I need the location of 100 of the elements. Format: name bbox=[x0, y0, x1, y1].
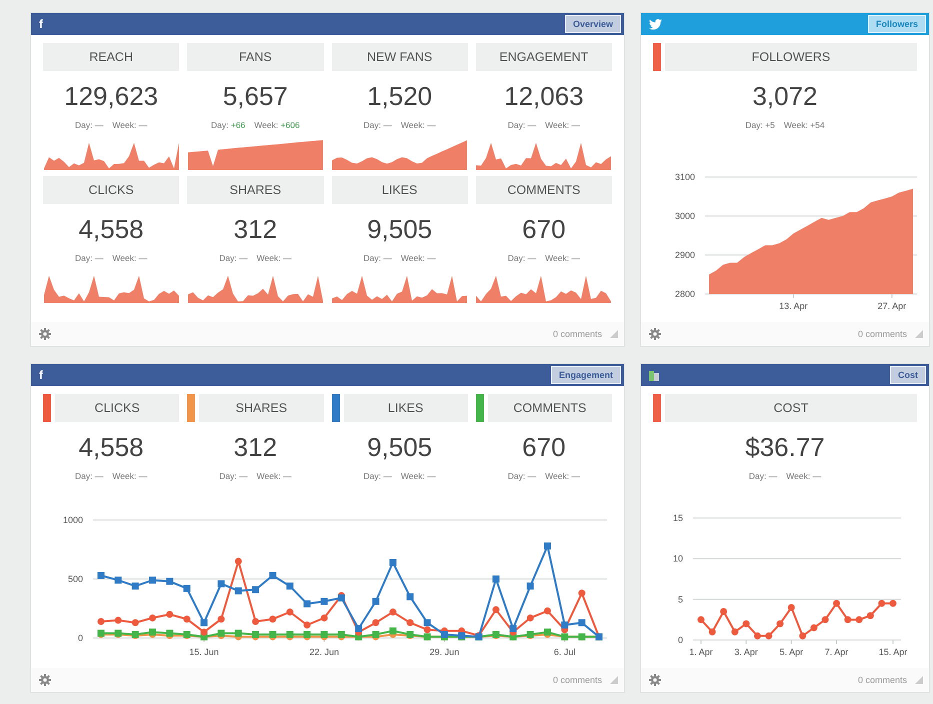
axis-label: 6. Jul bbox=[554, 647, 576, 657]
axis-label: 15 bbox=[672, 513, 683, 523]
data-point bbox=[252, 586, 260, 594]
day-change: Day: — bbox=[748, 471, 778, 481]
comments-link[interactable]: 0 comments bbox=[858, 675, 907, 685]
data-point bbox=[218, 616, 225, 623]
data-point bbox=[578, 619, 586, 626]
axis-label: 3. Apr bbox=[734, 647, 758, 657]
data-point bbox=[286, 608, 294, 616]
day-change: Day: — bbox=[219, 253, 248, 263]
metric-label: NEW FANS bbox=[332, 43, 468, 71]
comments-link[interactable]: 0 comments bbox=[552, 329, 602, 339]
resize-grip-icon[interactable] bbox=[610, 676, 618, 684]
week-change: Week: — bbox=[400, 471, 436, 481]
data-point bbox=[234, 587, 242, 594]
data-point bbox=[132, 582, 139, 590]
axis-label: 3100 bbox=[674, 172, 695, 182]
data-point bbox=[866, 612, 874, 620]
week-change: Week: — bbox=[545, 120, 580, 130]
data-point bbox=[578, 590, 586, 597]
axis-label: 15. Apr bbox=[878, 647, 908, 657]
resize-grip-icon[interactable] bbox=[915, 330, 923, 338]
data-point bbox=[878, 600, 886, 607]
data-point bbox=[183, 616, 190, 623]
metric-label: FANS bbox=[187, 43, 324, 71]
day-change: Day: — bbox=[364, 253, 392, 263]
data-point bbox=[698, 616, 704, 624]
data-point bbox=[320, 598, 328, 605]
week-change: Week: — bbox=[400, 120, 436, 130]
data-point bbox=[114, 576, 122, 584]
data-point bbox=[406, 593, 414, 600]
metric-label: CLICKS bbox=[55, 394, 180, 422]
data-point bbox=[269, 572, 276, 579]
data-point bbox=[389, 608, 396, 616]
metric-label: REACH bbox=[43, 43, 180, 71]
data-point bbox=[799, 632, 806, 640]
data-point bbox=[372, 598, 380, 605]
axis-label: 1000 bbox=[62, 515, 83, 525]
data-point bbox=[544, 542, 551, 550]
metric-label: SHARES bbox=[199, 394, 324, 422]
data-point bbox=[833, 600, 840, 607]
data-point bbox=[788, 604, 795, 611]
week-change: Week: — bbox=[400, 253, 436, 263]
widget-tab[interactable]: Overview bbox=[564, 15, 621, 33]
week-change: Week: +54 bbox=[784, 120, 825, 130]
data-point bbox=[252, 618, 260, 625]
axis-label: 13. Apr bbox=[779, 301, 808, 311]
data-point bbox=[132, 619, 139, 626]
data-point bbox=[114, 630, 122, 637]
data-point bbox=[492, 606, 500, 614]
metric-value: 312 bbox=[234, 214, 278, 245]
data-point bbox=[286, 582, 294, 590]
axis-label: 2900 bbox=[674, 250, 695, 260]
week-change: Week: — bbox=[112, 471, 148, 481]
axis-label: 27. Apr bbox=[878, 301, 906, 311]
data-point bbox=[304, 600, 311, 608]
metric-value: 5,657 bbox=[222, 81, 288, 112]
data-point bbox=[765, 632, 772, 640]
data-point bbox=[544, 607, 551, 614]
day-change: Day: — bbox=[508, 253, 536, 263]
data-point bbox=[166, 610, 174, 618]
data-point bbox=[708, 628, 716, 636]
data-point bbox=[166, 578, 174, 585]
app-icon bbox=[649, 370, 660, 380]
day-change: Day: +66 bbox=[211, 120, 246, 130]
data-point bbox=[200, 619, 208, 626]
axis-label: 0 bbox=[78, 633, 83, 643]
axis-label: 5. Apr bbox=[780, 647, 804, 657]
axis-label: 500 bbox=[68, 574, 83, 584]
widget-tab[interactable]: Followers bbox=[868, 15, 926, 33]
week-change: Week: — bbox=[112, 253, 148, 263]
week-change: Week: — bbox=[786, 471, 822, 481]
data-point bbox=[890, 600, 896, 607]
day-change: Day: — bbox=[364, 120, 392, 130]
widget-tab[interactable]: Cost bbox=[890, 366, 926, 384]
settings-icon[interactable] bbox=[649, 674, 661, 686]
axis-label: 2800 bbox=[674, 289, 695, 299]
data-point bbox=[742, 620, 750, 628]
data-point bbox=[776, 620, 784, 628]
resize-grip-icon[interactable] bbox=[610, 330, 618, 338]
comments-link[interactable]: 0 comments bbox=[552, 675, 602, 685]
data-point bbox=[810, 624, 818, 632]
metric-value: 129,623 bbox=[64, 81, 158, 112]
day-change: Day: — bbox=[508, 471, 536, 481]
settings-icon[interactable] bbox=[649, 328, 661, 340]
week-change: Week: — bbox=[256, 253, 292, 263]
data-point bbox=[304, 622, 311, 629]
day-change: Day: — bbox=[508, 120, 536, 130]
day-change: Day: — bbox=[75, 471, 104, 481]
data-point bbox=[320, 614, 328, 622]
widget-tab[interactable]: Engagement bbox=[550, 366, 621, 384]
axis-label: 7. Apr bbox=[824, 647, 848, 657]
metric-label: COMMENTS bbox=[476, 176, 612, 204]
settings-icon[interactable] bbox=[39, 328, 51, 340]
data-point bbox=[720, 608, 728, 616]
comments-link[interactable]: 0 comments bbox=[858, 329, 907, 339]
resize-grip-icon[interactable] bbox=[915, 676, 923, 684]
settings-icon[interactable] bbox=[39, 674, 51, 686]
week-change: Week: — bbox=[545, 471, 580, 481]
day-change: Day: — bbox=[364, 471, 392, 481]
